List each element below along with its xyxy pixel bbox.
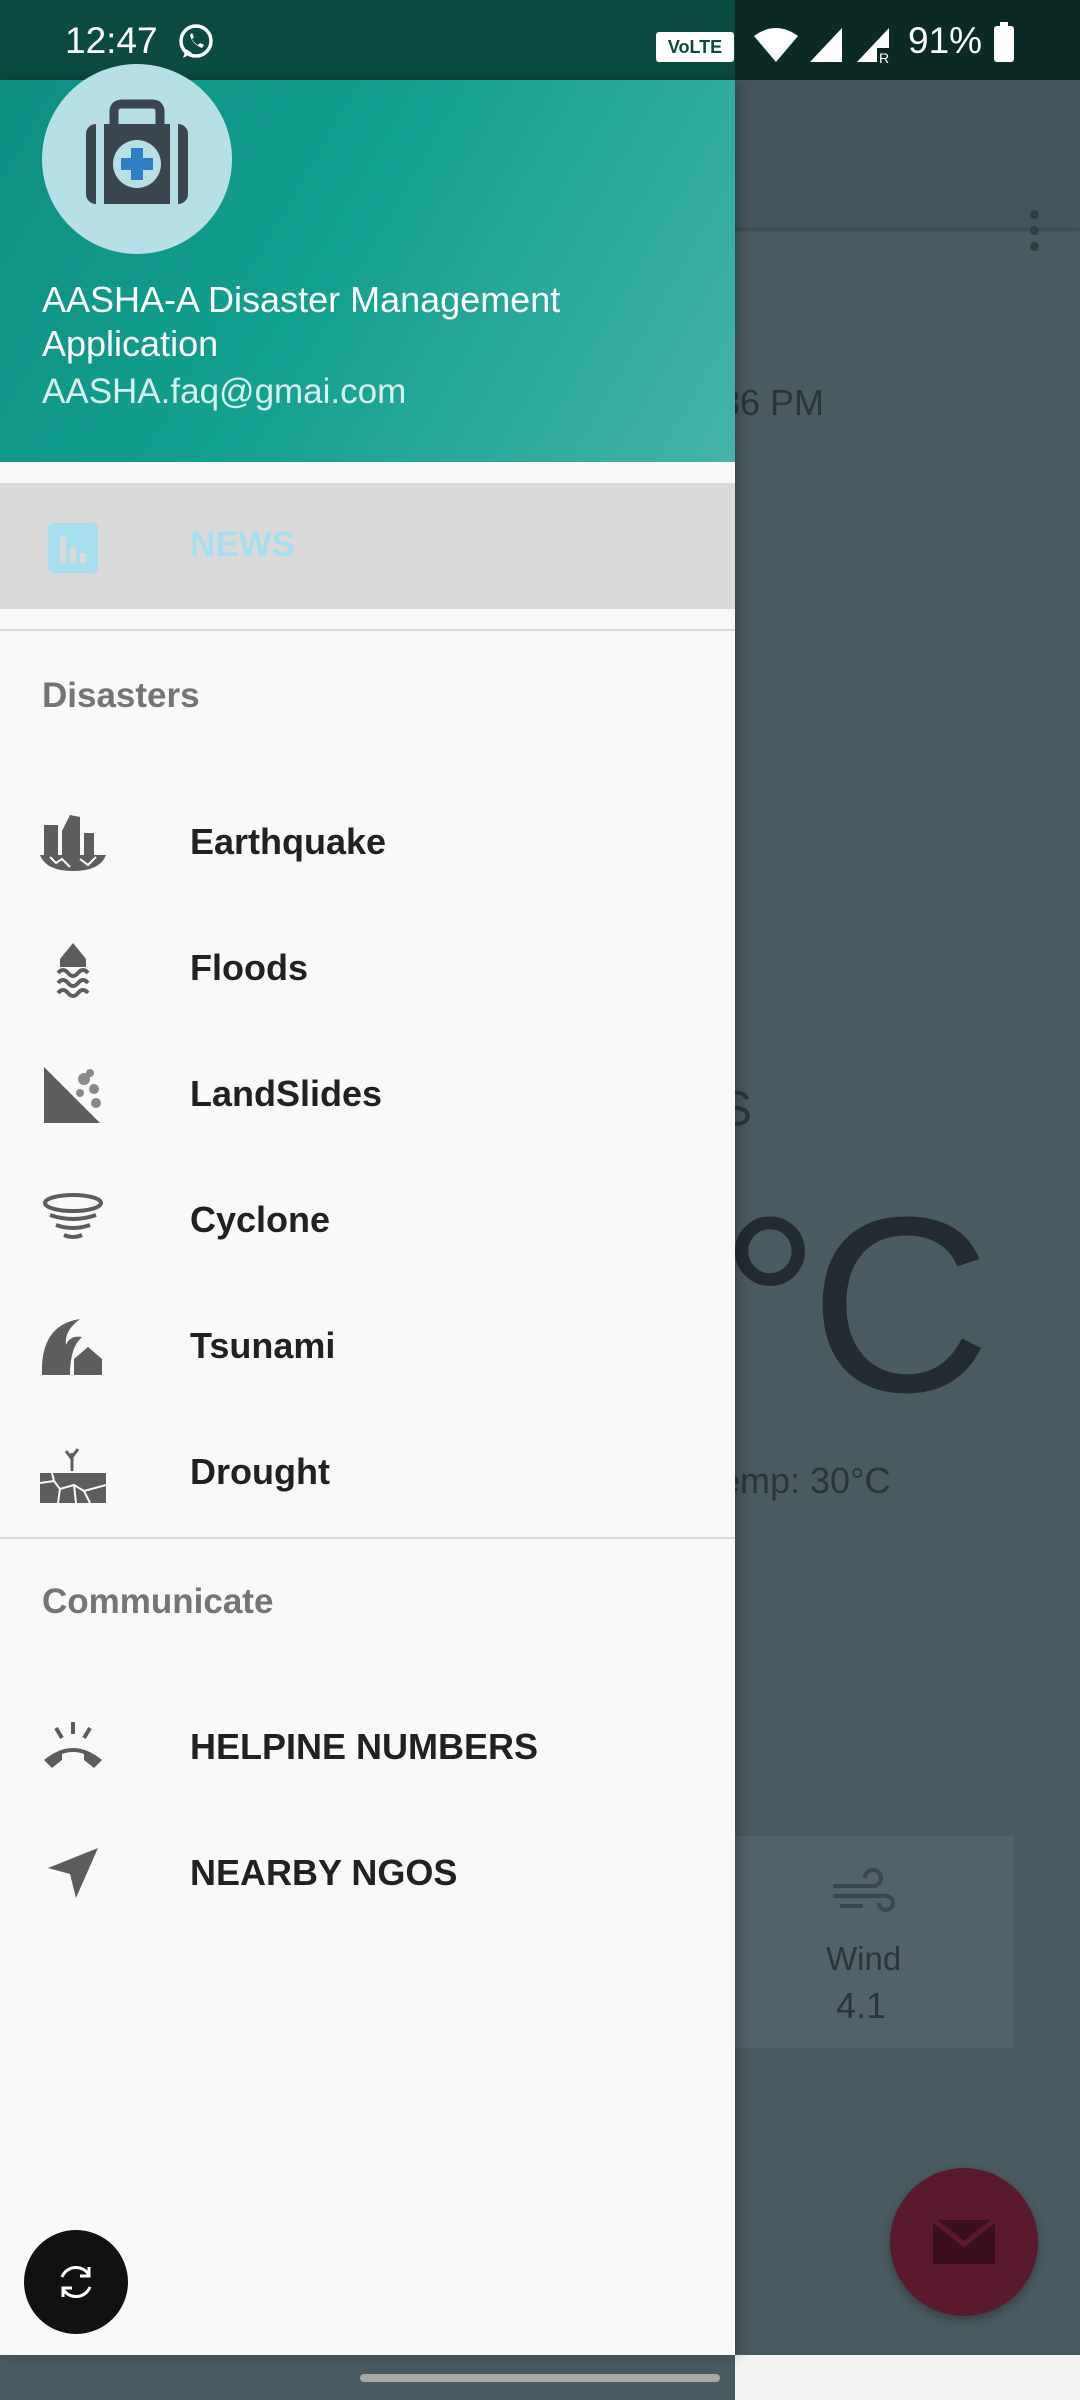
nav-drought-label: Drought [190, 1451, 330, 1492]
cyclone-icon [43, 1193, 103, 1239]
home-indicator[interactable] [360, 2374, 720, 2382]
section-title-communicate: Communicate [42, 1582, 274, 1621]
whatsapp-icon [179, 24, 213, 58]
status-time: 12:47 [65, 20, 158, 61]
wind-label: Wind [826, 1940, 902, 1977]
phone-icon [44, 1722, 102, 1768]
nav-item-cyclone[interactable]: Cyclone [0, 1161, 735, 1281]
nav-tsunami-label: Tsunami [190, 1325, 336, 1366]
nav-item-landslides[interactable]: LandSlides [0, 1035, 735, 1155]
tsunami-icon [41, 1319, 102, 1375]
nav-helpline-label: HELPINE NUMBERS [190, 1726, 539, 1767]
drawer-header: AASHA-A Disaster Management Application … [0, 64, 735, 462]
divider [0, 1537, 735, 1539]
wifi-icon [754, 28, 798, 62]
nav-cyclone-label: Cyclone [190, 1199, 331, 1240]
signal-roaming-icon: R [857, 28, 893, 66]
floods-icon [56, 943, 90, 998]
divider [0, 629, 735, 631]
background-feels-like: emp: 30°C [720, 1460, 891, 1501]
bar-chart-icon [48, 523, 98, 573]
background-time-text: 36 PM [720, 382, 825, 423]
app-title: AASHA-A Disaster Management Application [42, 279, 561, 364]
sync-button[interactable] [24, 2230, 128, 2334]
nav-item-floods[interactable]: Floods [0, 909, 735, 1029]
nav-item-nearby-ngos[interactable]: NEARBY NGOS [0, 1814, 735, 1934]
navigation-arrow-icon [48, 1848, 98, 1898]
volte-badge: VoLTE [656, 32, 734, 62]
nav-item-tsunami[interactable]: Tsunami [0, 1287, 735, 1407]
nav-item-news[interactable]: NEWS [0, 483, 735, 609]
drought-icon [40, 1448, 106, 1504]
signal-icon [810, 28, 842, 62]
nav-news-label: NEWS [190, 525, 295, 564]
nav-item-drought[interactable]: Drought [0, 1413, 735, 1533]
medical-kit-icon [86, 99, 188, 204]
landslides-icon [44, 1067, 101, 1123]
nav-landslides-label: LandSlides [190, 1073, 383, 1114]
mail-fab-button[interactable] [890, 2168, 1038, 2316]
background-bottom-strip [735, 2355, 1080, 2400]
nav-nearby-ngos-label: NEARBY NGOS [190, 1852, 458, 1893]
background-temperature: °C [720, 1165, 991, 1444]
mail-icon [931, 2218, 997, 2264]
earthquake-icon [40, 815, 106, 871]
svg-text:R: R [879, 50, 889, 66]
app-email: AASHA.faq@gmai.com [42, 372, 407, 411]
wind-value: 4.1 [836, 1985, 887, 2026]
medical-kit-logo [42, 64, 232, 254]
section-title-disasters: Disasters [42, 676, 200, 715]
sync-icon [60, 2265, 92, 2299]
nav-item-earthquake[interactable]: Earthquake [0, 783, 735, 903]
nav-earthquake-label: Earthquake [190, 821, 387, 862]
navigation-drawer: AASHA-A Disaster Management Application … [0, 64, 735, 2355]
nav-floods-label: Floods [190, 947, 308, 988]
battery-percent: 91% [908, 20, 983, 61]
overflow-menu-icon [1028, 210, 1040, 256]
wind-icon [833, 1868, 895, 1912]
battery-icon [994, 22, 1014, 62]
nav-item-helpline-numbers[interactable]: HELPINE NUMBERS [0, 1688, 735, 1808]
